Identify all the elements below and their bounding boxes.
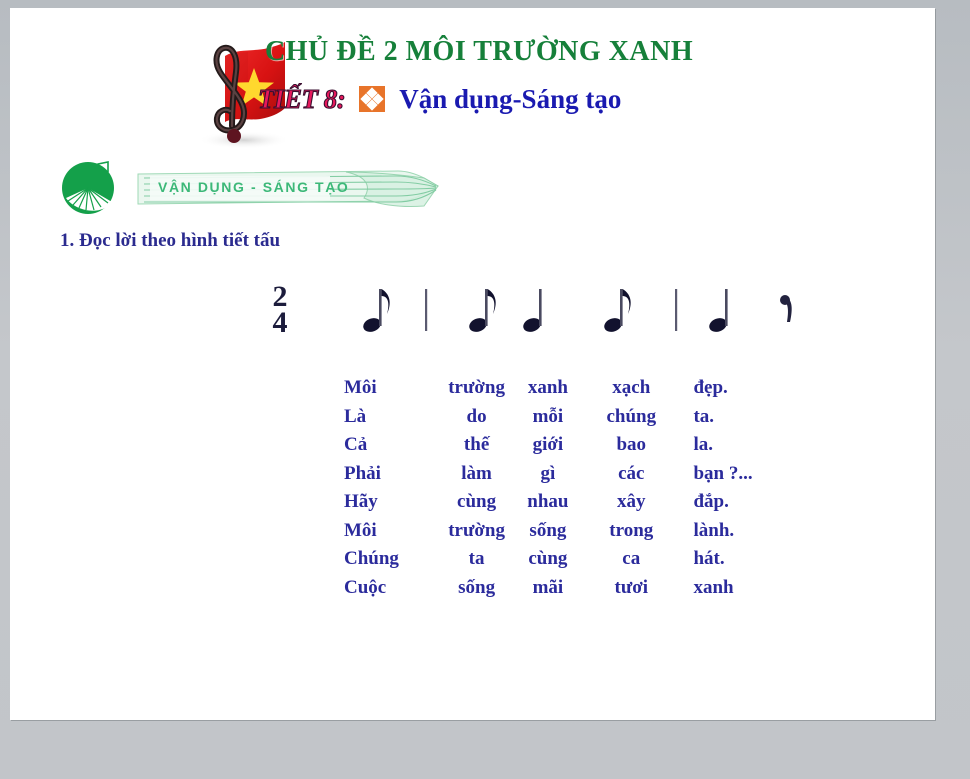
eighth-note: [363, 289, 390, 332]
table-row: Chúng ta cùng ca hát.: [340, 545, 790, 574]
quarter-note: [709, 289, 728, 332]
barline: [675, 289, 678, 331]
lyric-cell: cùng: [457, 491, 497, 512]
lyric-cell: ta: [468, 548, 485, 569]
table-row: Là do mỗi chúng ta.: [340, 403, 790, 432]
lyric-cell: đẹp.: [693, 377, 728, 398]
lyric-cell: xanh: [527, 377, 568, 398]
table-row: Cả thế giới bao la.: [340, 431, 790, 460]
lyric-cell: các: [618, 462, 645, 484]
lyric-cell: đắp.: [693, 491, 729, 512]
eighth-rest: [780, 295, 792, 322]
lyric-cell: trường: [448, 519, 505, 541]
svg-text:4: 4: [273, 306, 288, 339]
art-shadow: [198, 131, 290, 149]
lyric-cell: bạn ?...: [693, 462, 753, 484]
lyric-cell: thế: [463, 434, 490, 455]
table-row: Môi trường sống trong lành.: [340, 517, 790, 546]
lyric-cell: lành.: [693, 519, 735, 541]
lyric-cell: bao: [616, 434, 647, 455]
table-row: Cuộc sống mãi tươi xanh: [340, 574, 790, 603]
lyric-cell: la.: [693, 434, 714, 455]
eighth-note: [469, 289, 496, 332]
banner-label: VẬN DỤNG - SÁNG TẠO: [158, 179, 350, 195]
rhythm-notation: 2 4: [273, 280, 792, 339]
table-row: Phải làm gì các bạn ?...: [340, 460, 790, 489]
lyric-cell: mỗi: [532, 405, 564, 427]
lyric-cell: xạch: [612, 377, 651, 398]
section-heading: 1. Đọc lời theo hình tiết tấu: [60, 230, 281, 251]
barline: [425, 289, 428, 331]
lyric-cell: gì: [540, 462, 556, 484]
lyric-cell: sống: [458, 576, 496, 598]
lyric-cell: do: [466, 405, 487, 427]
eighth-note: [604, 289, 631, 332]
page-title: CHỦ ĐỀ 2 MÔI TRƯỜNG XANH: [265, 36, 694, 67]
lyric-cell: Phải: [344, 462, 381, 484]
lyric-cell: Là: [344, 405, 367, 427]
table-row: Hãy cùng nhau xây đắp.: [340, 488, 790, 517]
table-row: Môi trường xanh xạch đẹp.: [340, 374, 790, 403]
time-signature-2-4: 2 4: [273, 280, 288, 339]
lyric-cell: ca: [622, 548, 641, 569]
subtitle-row: TIẾT 8: Vận dụng-Sáng tạo: [257, 78, 622, 120]
page-subtitle: Vận dụng-Sáng tạo: [399, 83, 622, 114]
lyric-cell: xây: [617, 491, 646, 512]
lyric-cell: trường: [448, 377, 505, 398]
lyrics-table: Môi trường xanh xạch đẹp. Là do mỗi chún…: [340, 374, 790, 602]
slide-canvas: CHỦ ĐỀ 2 MÔI TRƯỜNG XANH TIẾT 8: Vận dụn…: [10, 8, 935, 720]
lyric-cell: giới: [532, 434, 564, 455]
diamond-bullet-icon: [359, 86, 386, 112]
lyric-cell: cùng: [528, 548, 568, 569]
lyric-cell: Cả: [344, 434, 368, 455]
lyric-cell: Môi: [344, 377, 377, 398]
lesson-label: TIẾT 8:: [257, 83, 346, 114]
lyric-cell: mãi: [532, 576, 564, 598]
lyric-cell: xanh: [693, 576, 734, 598]
lyric-cell: hát.: [693, 548, 725, 569]
lyric-cell: Môi: [344, 519, 377, 541]
quarter-note: [523, 289, 542, 332]
lyric-cell: ta.: [693, 405, 715, 427]
section-banner: VẬN DỤNG - SÁNG TẠO: [46, 160, 446, 218]
lyric-cell: sống: [529, 519, 567, 541]
lyric-cell: trong: [609, 519, 654, 541]
lyric-cell: tươi: [614, 576, 649, 598]
lyric-cell: làm: [461, 462, 492, 484]
lyric-cell: Hãy: [344, 491, 378, 512]
lyric-cell: Cuộc: [344, 576, 387, 598]
slide-frame: CHỦ ĐỀ 2 MÔI TRƯỜNG XANH TIẾT 8: Vận dụn…: [0, 0, 970, 779]
title-block: CHỦ ĐỀ 2 MÔI TRƯỜNG XANH TIẾT 8: Vận dụn…: [10, 8, 935, 149]
lyric-cell: nhau: [527, 491, 569, 512]
lyric-cell: Chúng: [344, 548, 399, 569]
piano-circle-icon: [62, 161, 114, 214]
lyric-cell: chúng: [606, 405, 657, 427]
